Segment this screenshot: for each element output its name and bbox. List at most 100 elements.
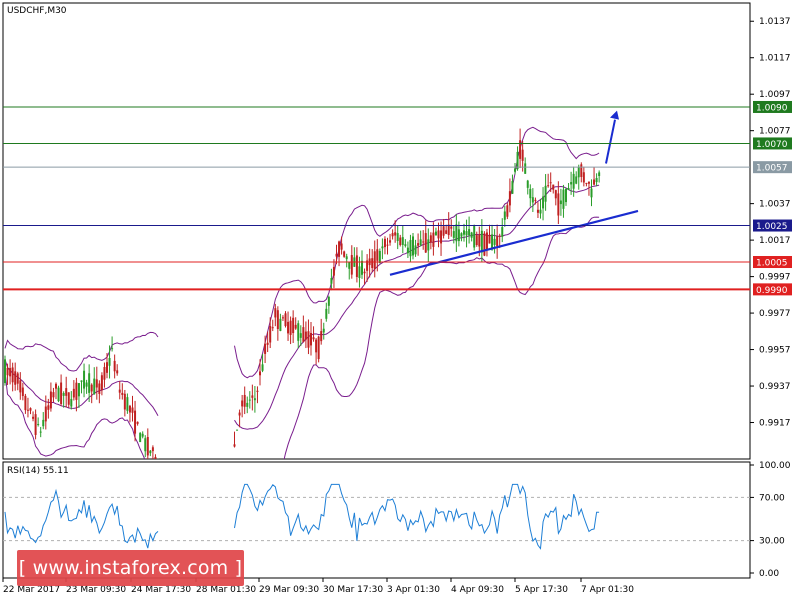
- candle-body: [572, 173, 575, 189]
- candle-body: [373, 251, 376, 269]
- candle-body: [310, 333, 312, 346]
- candle-body: [266, 342, 269, 345]
- time-tick-label: 28 Mar 01:30: [196, 585, 256, 595]
- candle-body: [350, 255, 353, 275]
- candle-body: [113, 360, 116, 372]
- price-tick-label: 0.9937: [759, 382, 791, 392]
- candle-body: [585, 182, 588, 184]
- time-tick-label: 23 Mar 09:30: [66, 585, 126, 595]
- candle-body: [427, 239, 430, 251]
- candle-body: [511, 181, 514, 194]
- candle-body: [136, 421, 139, 424]
- candle-body: [542, 196, 545, 209]
- candle-body: [297, 323, 300, 341]
- candle-body: [358, 266, 361, 278]
- candle-body: [575, 176, 578, 184]
- candle-body: [442, 226, 445, 236]
- candle-body: [419, 239, 422, 245]
- candle-body: [355, 255, 358, 277]
- candle-body: [503, 211, 506, 220]
- rsi-tick-label: 70.00: [759, 493, 785, 503]
- time-tick-label: 3 Apr 01:30: [387, 585, 440, 595]
- candle-body: [284, 313, 287, 327]
- candle-body: [363, 271, 366, 274]
- time-tick-label: 24 Mar 17:30: [131, 585, 191, 595]
- price-tick-label: 1.0117: [759, 54, 791, 64]
- candle-body: [514, 168, 516, 172]
- candle-body: [343, 251, 346, 257]
- price-tick-label: 1.0137: [759, 17, 791, 27]
- candle-body: [14, 371, 17, 385]
- candle-body: [144, 438, 147, 452]
- candle-body: [383, 238, 386, 248]
- time-tick-label: 22 Mar 2017: [3, 585, 60, 595]
- rsi-title: RSI(14) 55.11: [7, 466, 69, 476]
- price-chart-title: USDCHF,M30: [7, 6, 67, 16]
- candle-body: [531, 197, 534, 203]
- time-tick-label: 29 Mar 09:30: [259, 585, 319, 595]
- candle-body: [422, 241, 425, 243]
- candle-body: [26, 409, 29, 411]
- candle-body: [19, 380, 22, 393]
- candle-body: [506, 205, 509, 217]
- candle-body: [404, 244, 407, 246]
- candle-body: [72, 388, 75, 398]
- price-tick-label: 1.0077: [759, 127, 791, 137]
- candle-body: [279, 318, 282, 331]
- candle-body: [549, 182, 552, 184]
- candle-body: [399, 237, 402, 245]
- candle-body: [233, 444, 236, 447]
- price-level-label: 1.0005: [756, 259, 788, 269]
- candle-body: [386, 244, 389, 246]
- candle-body: [322, 328, 325, 333]
- candle-body: [327, 296, 330, 306]
- candle-body: [134, 410, 137, 434]
- candle-body: [371, 258, 374, 269]
- candle-body: [598, 172, 601, 177]
- candle-body: [590, 188, 593, 198]
- candle-body: [98, 383, 101, 394]
- candle-body: [312, 337, 315, 340]
- candle-body: [552, 184, 555, 190]
- candle-body: [118, 389, 121, 393]
- candle-body: [338, 241, 341, 257]
- candle-body: [246, 402, 249, 407]
- price-level-label: 0.9990: [756, 286, 788, 296]
- candle-body: [95, 379, 98, 388]
- candle-body: [24, 395, 27, 411]
- candle-body: [261, 364, 264, 371]
- candle-body: [4, 359, 6, 383]
- candle-body: [361, 260, 363, 275]
- candle-body: [37, 424, 40, 426]
- candle-body: [123, 393, 126, 410]
- candle-body: [570, 182, 573, 185]
- candle-body: [236, 429, 239, 431]
- candle-body: [106, 362, 108, 373]
- candle-body: [287, 321, 290, 334]
- price-level-label: 1.0025: [756, 222, 788, 232]
- candle-body: [292, 317, 295, 334]
- candle-body: [83, 370, 86, 389]
- candle-body: [259, 371, 261, 376]
- candle-body: [470, 232, 473, 238]
- time-tick-label: 7 Apr 01:30: [581, 585, 634, 595]
- candle-body: [480, 230, 483, 253]
- candle-body: [516, 151, 519, 170]
- candle-body: [335, 253, 338, 257]
- candle-body: [465, 231, 468, 236]
- candle-body: [131, 407, 134, 413]
- candle-body: [330, 278, 333, 284]
- candle-body: [498, 235, 501, 237]
- candle-body: [529, 188, 532, 199]
- candle-body: [348, 262, 351, 269]
- candle-body: [332, 266, 335, 276]
- rsi-tick-label: 100.00: [759, 461, 791, 471]
- candle-body: [139, 433, 142, 443]
- candle-body: [52, 392, 55, 398]
- candle-body: [325, 308, 328, 319]
- price-level-label: 1.0070: [756, 140, 788, 150]
- candle-body: [554, 190, 557, 199]
- candle-body: [75, 382, 78, 400]
- candle-body: [67, 392, 70, 405]
- candle-body: [243, 394, 246, 407]
